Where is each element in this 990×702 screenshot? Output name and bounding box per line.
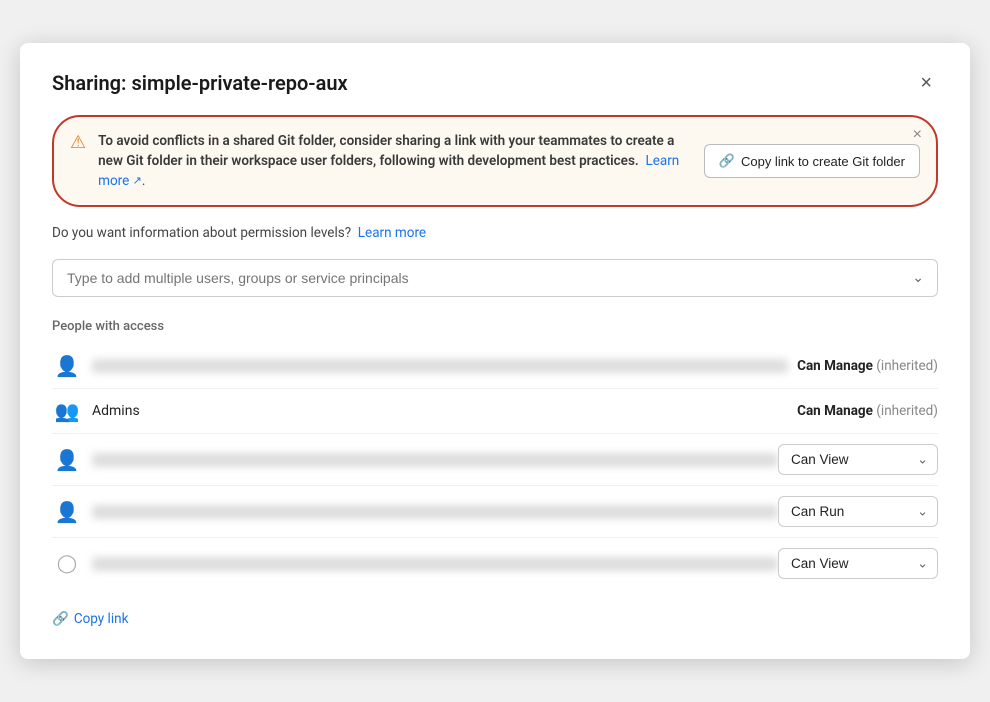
external-link-icon: ↗	[133, 174, 142, 187]
person-icon: 👤	[52, 354, 82, 378]
person-outline-icon: ◯	[52, 553, 82, 574]
banner-dismiss-button[interactable]: ×	[913, 127, 922, 143]
table-row: 👤 Can Manage (inherited)	[52, 344, 938, 389]
permission-select-wrap: Can View Can Run Can Edit Can Manage ⌄	[778, 444, 938, 475]
person-name: Admins	[92, 403, 788, 419]
permission-learn-more-link[interactable]: Learn more	[358, 225, 426, 241]
table-row: 👤 Can View Can Run Can Edit Can Manage ⌄	[52, 434, 938, 486]
add-users-input[interactable]	[52, 259, 938, 297]
permission-select-wrap: Can View Can Run Can Edit Can Manage ⌄	[778, 496, 938, 527]
modal-close-button[interactable]: ×	[914, 71, 938, 95]
people-section-label: People with access	[52, 319, 938, 334]
person-icon: 👤	[52, 448, 82, 472]
link-icon: 🔗	[52, 611, 69, 627]
warning-text-bold: To avoid conflicts in a shared Git folde…	[98, 133, 674, 169]
warning-banner: ⚠ To avoid conflicts in a shared Git fol…	[52, 115, 938, 208]
permission-info: Do you want information about permission…	[52, 225, 938, 241]
person-name-blurred	[92, 453, 778, 467]
person-name-blurred	[92, 505, 778, 519]
link-icon: 🔗	[719, 153, 735, 169]
permission-label: Can Manage (inherited)	[788, 358, 938, 374]
permission-dropdown[interactable]: Can View Can Run Can Edit Can Manage	[778, 444, 938, 475]
copy-git-folder-button[interactable]: 🔗 Copy link to create Git folder	[704, 144, 920, 178]
table-row: ◯ Can View Can Run Can Edit Can Manage ⌄	[52, 538, 938, 589]
person-name-blurred	[92, 359, 788, 373]
table-row: 👥 Admins Can Manage (inherited)	[52, 389, 938, 434]
table-row: 👤 Can View Can Run Can Edit Can Manage ⌄	[52, 486, 938, 538]
permission-label: Can Manage (inherited)	[788, 403, 938, 419]
footer-copy-link: 🔗 Copy link	[52, 611, 938, 627]
people-with-access-section: People with access 👤 Can Manage (inherit…	[52, 319, 938, 589]
person-name-blurred	[92, 557, 778, 571]
person-icon: 👤	[52, 500, 82, 524]
permission-select-wrap: Can View Can Run Can Edit Can Manage ⌄	[778, 548, 938, 579]
permission-dropdown[interactable]: Can View Can Run Can Edit Can Manage	[778, 496, 938, 527]
people-list: 👤 Can Manage (inherited) 👥 Admins Can Ma…	[52, 344, 938, 589]
modal-header: Sharing: simple-private-repo-aux ×	[52, 71, 938, 95]
copy-link-button[interactable]: 🔗 Copy link	[52, 611, 128, 627]
warning-icon: ⚠	[70, 132, 86, 153]
search-input-wrap: ⌄	[52, 259, 938, 297]
group-icon: 👥	[52, 399, 82, 423]
permission-dropdown[interactable]: Can View Can Run Can Edit Can Manage	[778, 548, 938, 579]
warning-text: To avoid conflicts in a shared Git folde…	[98, 131, 692, 192]
modal-title: Sharing: simple-private-repo-aux	[52, 71, 348, 95]
sharing-modal: Sharing: simple-private-repo-aux × ⚠ To …	[20, 43, 970, 660]
